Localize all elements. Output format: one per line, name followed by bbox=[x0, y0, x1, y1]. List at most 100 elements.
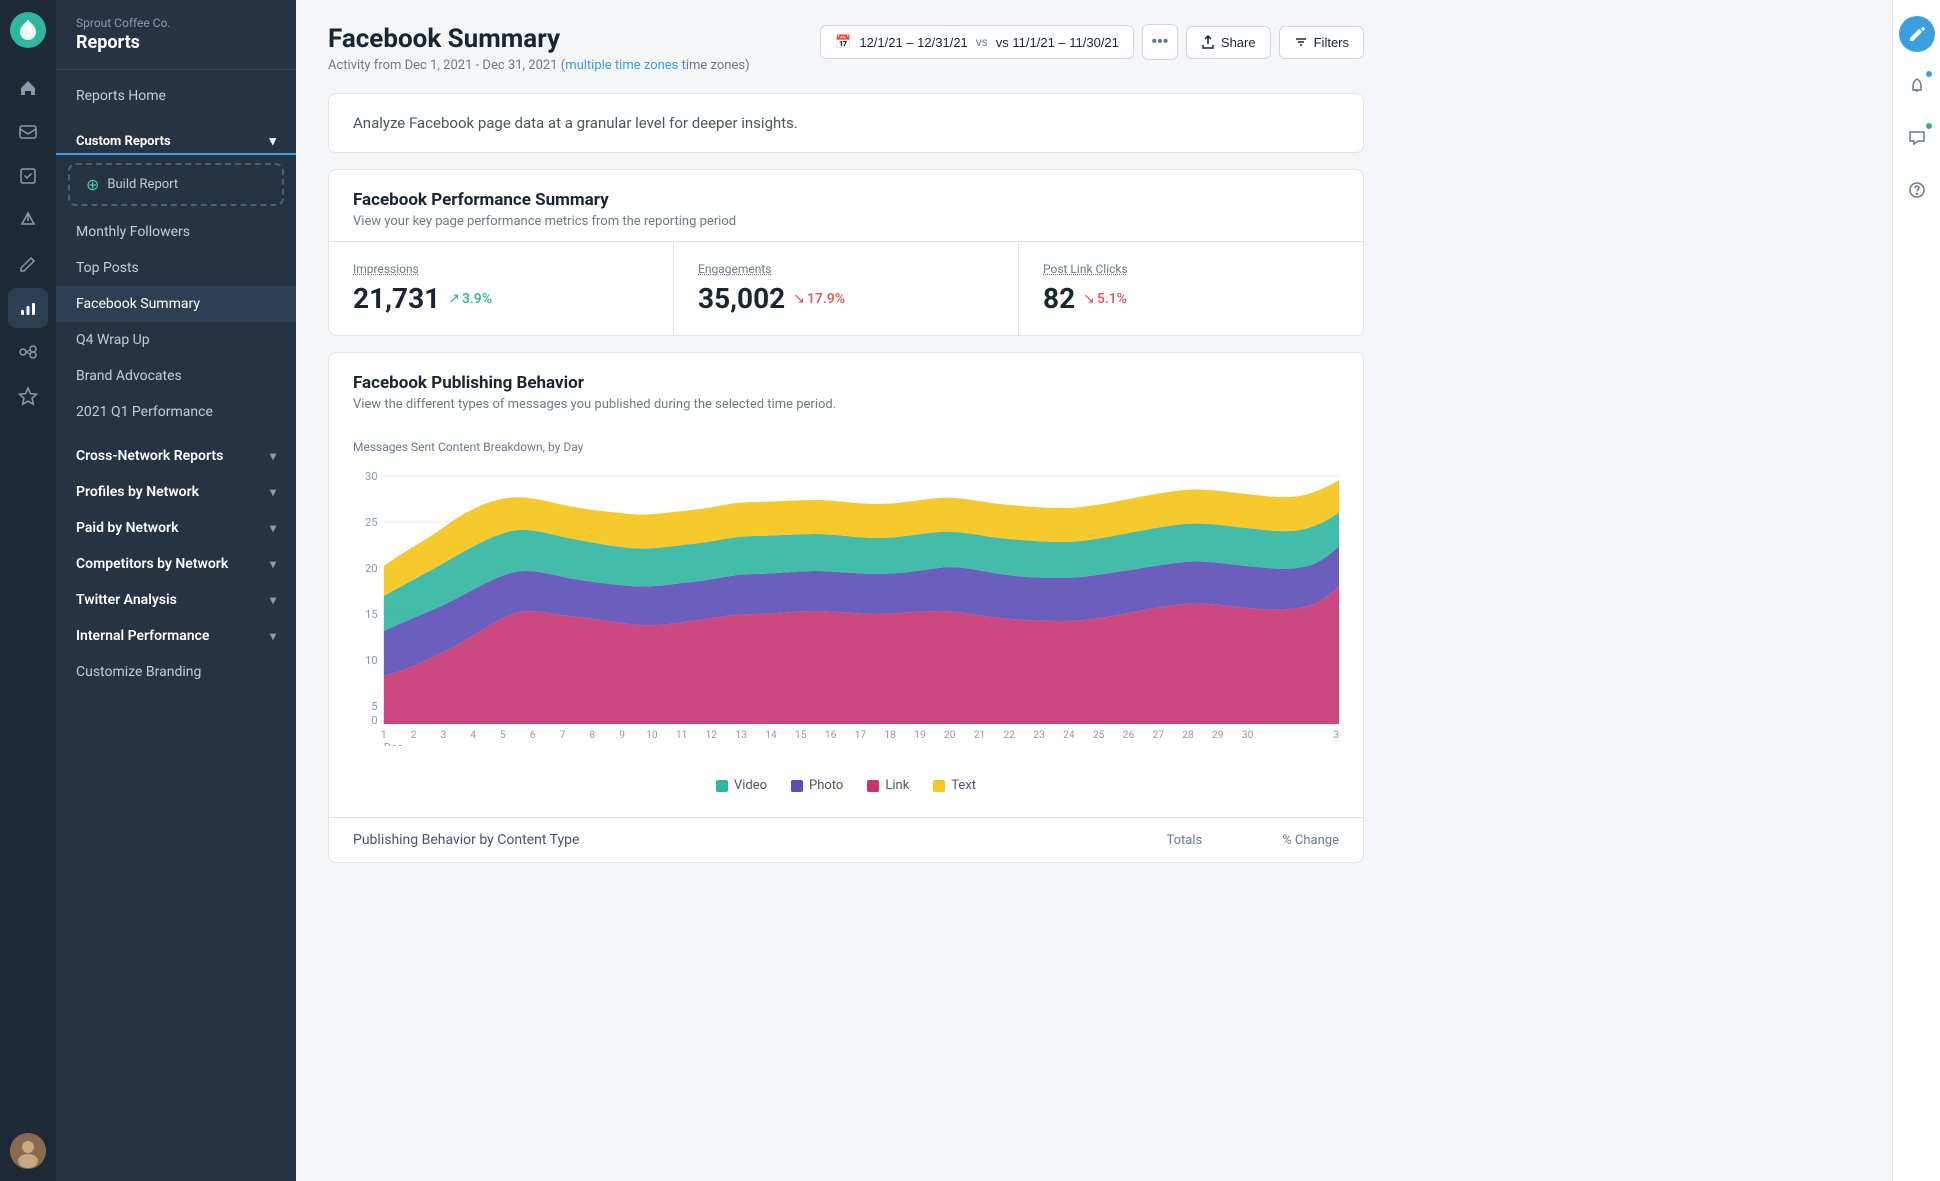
svg-text:19: 19 bbox=[914, 730, 926, 741]
sidebar-item-2021-q1[interactable]: 2021 Q1 Performance bbox=[56, 394, 296, 430]
sidebar-section-reports-home: Reports Home bbox=[56, 70, 296, 122]
svg-text:0: 0 bbox=[371, 714, 377, 727]
right-panel bbox=[1892, 0, 1940, 1181]
impressions-value: 21,731 ↗ 3.9% bbox=[353, 282, 649, 315]
legend-text: Text bbox=[933, 778, 976, 793]
legend-link: Link bbox=[867, 778, 909, 793]
chevron-icon: ▾ bbox=[270, 593, 276, 607]
filters-label: Filters bbox=[1314, 35, 1349, 50]
app-logo[interactable] bbox=[10, 12, 46, 48]
share-label: Share bbox=[1221, 35, 1256, 50]
filters-button[interactable]: Filters bbox=[1279, 26, 1364, 59]
help-icon[interactable] bbox=[1899, 172, 1935, 208]
svg-text:5: 5 bbox=[500, 730, 506, 741]
calendar-icon: 📅 bbox=[835, 34, 851, 50]
metrics-row: Impressions 21,731 ↗ 3.9% Engagements 35… bbox=[329, 241, 1363, 335]
svg-text:31: 31 bbox=[1333, 730, 1339, 741]
col-change: % Change bbox=[1282, 833, 1339, 848]
legend-link-label: Link bbox=[885, 778, 909, 793]
chart-legend: Video Photo Link Text bbox=[353, 778, 1339, 793]
svg-text:4: 4 bbox=[470, 730, 476, 741]
nav-publish-icon[interactable] bbox=[8, 200, 48, 240]
nav-home-icon[interactable] bbox=[8, 68, 48, 108]
page-header: Facebook Summary Activity from Dec 1, 20… bbox=[328, 24, 1364, 73]
sidebar-item-q4-wrap-up[interactable]: Q4 Wrap Up bbox=[56, 322, 296, 358]
sidebar-item-cross-network[interactable]: Cross-Network Reports ▾ bbox=[56, 438, 296, 474]
header-actions: 📅 12/1/21 – 12/31/21 vs vs 11/1/21 – 11/… bbox=[820, 24, 1364, 60]
legend-text-label: Text bbox=[951, 778, 976, 793]
brand-title: Reports bbox=[76, 32, 276, 53]
brand-name: Sprout Coffee Co. bbox=[76, 16, 276, 30]
col-totals: Totals bbox=[1166, 833, 1202, 848]
custom-reports-section[interactable]: Custom Reports ▾ bbox=[56, 122, 296, 155]
share-button[interactable]: Share bbox=[1186, 26, 1271, 59]
chart-svg: 30 25 20 15 10 5 0 bbox=[353, 466, 1339, 746]
sidebar-item-competitors-by-network[interactable]: Competitors by Network ▾ bbox=[56, 546, 296, 582]
nav-inbox-icon[interactable] bbox=[8, 112, 48, 152]
chevron-icon: ▾ bbox=[270, 629, 276, 643]
sidebar-item-twitter-analysis[interactable]: Twitter Analysis ▾ bbox=[56, 582, 296, 618]
publishing-behavior-header: Facebook Publishing Behavior View the di… bbox=[329, 353, 1363, 424]
sidebar-item-internal-performance[interactable]: Internal Performance ▾ bbox=[56, 618, 296, 654]
date-compare-range: vs 11/1/21 – 11/30/21 bbox=[996, 35, 1119, 50]
user-avatar[interactable] bbox=[10, 1133, 46, 1169]
pub-behavior-table-title: Publishing Behavior by Content Type bbox=[353, 832, 579, 848]
sidebar-item-facebook-summary[interactable]: Facebook Summary bbox=[56, 286, 296, 322]
intro-card: Analyze Facebook page data at a granular… bbox=[328, 93, 1364, 153]
publishing-behavior-title: Facebook Publishing Behavior bbox=[353, 373, 1339, 393]
engagements-label: Engagements bbox=[698, 262, 994, 276]
svg-text:15: 15 bbox=[795, 730, 807, 741]
edit-report-button[interactable] bbox=[1899, 16, 1935, 52]
nav-star-icon[interactable] bbox=[8, 376, 48, 416]
sidebar-item-monthly-followers[interactable]: Monthly Followers bbox=[56, 214, 296, 250]
sidebar-item-profiles-by-network[interactable]: Profiles by Network ▾ bbox=[56, 474, 296, 510]
publishing-behavior-subtitle: View the different types of messages you… bbox=[353, 397, 1339, 412]
svg-text:10: 10 bbox=[365, 654, 378, 667]
timezone-link[interactable]: multiple time zones bbox=[565, 58, 678, 73]
page-subtitle: Activity from Dec 1, 2021 - Dec 31, 2021… bbox=[328, 58, 750, 73]
svg-text:10: 10 bbox=[646, 730, 658, 741]
custom-reports-label: Custom Reports bbox=[76, 134, 171, 149]
nav-analytics-icon[interactable] bbox=[8, 288, 48, 328]
svg-text:23: 23 bbox=[1033, 730, 1045, 741]
svg-text:30: 30 bbox=[1242, 730, 1254, 741]
chevron-icon: ▾ bbox=[270, 449, 276, 463]
svg-text:25: 25 bbox=[1093, 730, 1105, 741]
sidebar-item-paid-by-network[interactable]: Paid by Network ▾ bbox=[56, 510, 296, 546]
nav-compose-icon[interactable] bbox=[8, 244, 48, 284]
svg-text:22: 22 bbox=[1004, 730, 1016, 741]
build-report-button[interactable]: ⊕ Build Report bbox=[68, 163, 284, 206]
performance-summary-header: Facebook Performance Summary View your k… bbox=[329, 170, 1363, 241]
nav-tasks-icon[interactable] bbox=[8, 156, 48, 196]
svg-text:6: 6 bbox=[530, 730, 536, 741]
sidebar-item-top-posts[interactable]: Top Posts bbox=[56, 250, 296, 286]
svg-text:11: 11 bbox=[676, 730, 688, 741]
svg-text:8: 8 bbox=[589, 730, 595, 741]
nav-sprout-icon[interactable] bbox=[8, 332, 48, 372]
more-options-button[interactable]: ••• bbox=[1142, 24, 1178, 60]
page-title-area: Facebook Summary Activity from Dec 1, 20… bbox=[328, 24, 750, 73]
post-link-clicks-value: 82 ↘ 5.1% bbox=[1043, 282, 1339, 315]
post-link-clicks-label: Post Link Clicks bbox=[1043, 262, 1339, 276]
notification-badge bbox=[1925, 70, 1933, 78]
chart-area: Messages Sent Content Breakdown, by Day … bbox=[329, 424, 1363, 817]
sidebar-item-customize-branding[interactable]: Customize Branding bbox=[56, 654, 296, 690]
sidebar-item-brand-advocates[interactable]: Brand Advocates bbox=[56, 358, 296, 394]
messages-icon[interactable] bbox=[1899, 120, 1935, 156]
svg-text:9: 9 bbox=[619, 730, 625, 741]
date-range-button[interactable]: 📅 12/1/21 – 12/31/21 vs vs 11/1/21 – 11/… bbox=[820, 25, 1134, 59]
legend-photo-dot bbox=[791, 780, 803, 792]
svg-text:1: 1 bbox=[381, 730, 387, 741]
svg-text:16: 16 bbox=[825, 730, 837, 741]
metric-impressions: Impressions 21,731 ↗ 3.9% bbox=[329, 242, 674, 335]
impressions-label: Impressions bbox=[353, 262, 649, 276]
svg-text:24: 24 bbox=[1063, 730, 1075, 741]
metric-post-link-clicks: Post Link Clicks 82 ↘ 5.1% bbox=[1019, 242, 1363, 335]
svg-text:5: 5 bbox=[371, 700, 377, 713]
date-compare-text: vs bbox=[976, 35, 988, 49]
custom-reports-chevron: ▾ bbox=[269, 134, 276, 149]
sidebar-item-reports-home[interactable]: Reports Home bbox=[56, 78, 296, 114]
performance-summary-title: Facebook Performance Summary bbox=[353, 190, 1339, 210]
impressions-change: ↗ 3.9% bbox=[448, 291, 492, 307]
notifications-icon[interactable] bbox=[1899, 68, 1935, 104]
